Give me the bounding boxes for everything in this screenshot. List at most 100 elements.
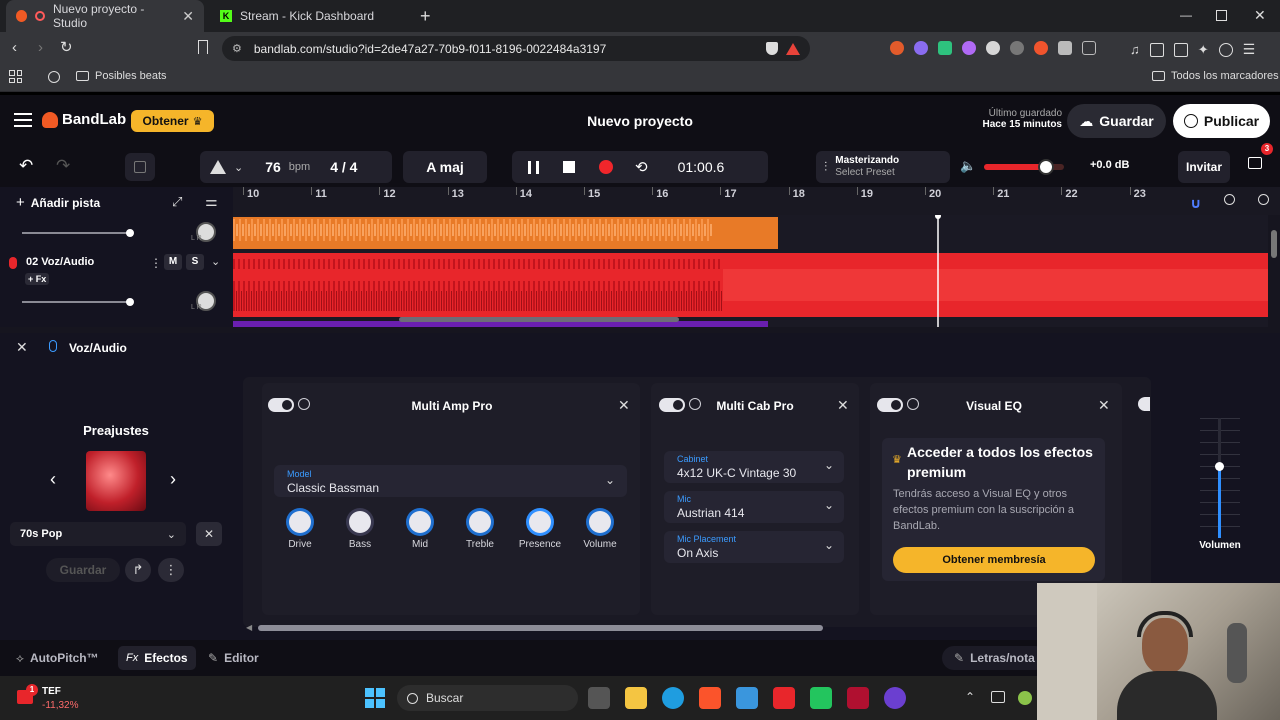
wps-office-icon[interactable] [773, 687, 795, 709]
cabinet-select[interactable]: Cabinet 4x12 UK-C Vintage 30 ⌄ [664, 451, 844, 483]
edge-icon[interactable] [662, 687, 684, 709]
solo-button[interactable]: S [186, 254, 204, 270]
music-icon[interactable]: ♫ [1130, 42, 1140, 57]
info-icon[interactable] [298, 398, 310, 410]
presence-knob[interactable] [529, 511, 551, 533]
brave-icon[interactable] [699, 687, 721, 709]
back-icon[interactable]: ‹ [12, 39, 17, 56]
more-options-icon[interactable]: ⋮ [158, 558, 184, 582]
extension-icon[interactable] [986, 41, 1000, 55]
project-title[interactable]: Nuevo proyecto [540, 113, 740, 129]
add-fx-button[interactable]: + Fx [25, 273, 50, 285]
bandlab-logo[interactable]: BandLab [42, 111, 126, 128]
pause-icon[interactable] [528, 160, 539, 174]
extension-icon[interactable] [938, 41, 952, 55]
vertical-scrollbar[interactable] [1271, 230, 1277, 258]
info-icon[interactable] [689, 398, 701, 410]
vpn-icon[interactable] [1218, 42, 1233, 57]
knob-mid[interactable]: Mid [390, 511, 450, 550]
scroll-left-icon[interactable]: ◀ [246, 623, 252, 632]
timeline-ruler[interactable]: 10 11 12 13 14 15 16 17 18 19 20 21 22 23 [233, 187, 1280, 215]
close-effect-icon[interactable]: ✕ [1098, 397, 1110, 414]
store-icon[interactable] [736, 687, 758, 709]
fx-volume-fader[interactable] [1200, 418, 1240, 538]
chevron-down-icon[interactable]: ⌄ [211, 255, 220, 268]
browser-tab-kick[interactable]: K Stream - Kick Dashboard [210, 0, 410, 32]
screenshot-icon[interactable] [1082, 41, 1096, 55]
brave-rewards-icon[interactable] [786, 42, 800, 55]
taskbar-search[interactable]: Buscar [397, 685, 578, 711]
get-membership-button[interactable]: Obtener membresía [893, 547, 1095, 573]
site-info-icon[interactable]: ⚙ [232, 42, 242, 55]
tray-icon[interactable] [991, 691, 1005, 703]
extension-icon[interactable] [914, 41, 928, 55]
tools-button[interactable] [125, 153, 155, 181]
fx-rack-scrollbar[interactable] [258, 625, 823, 631]
track-settings-icon[interactable]: ⚌ [205, 193, 218, 210]
mid-knob[interactable] [409, 511, 431, 533]
track1-volume-slider[interactable] [22, 229, 134, 237]
chevron-up-icon[interactable]: ⌃ [965, 690, 975, 704]
puzzle-icon[interactable] [1058, 41, 1072, 55]
minimize-icon[interactable]: — [1180, 8, 1192, 22]
mic-select[interactable]: Mic Austrian 414 ⌄ [664, 491, 844, 523]
forward-icon[interactable]: › [38, 39, 43, 56]
save-preset-button[interactable]: Guardar [46, 558, 120, 582]
close-tab-icon[interactable]: ✕ [182, 8, 194, 25]
sidebar-icon[interactable] [1149, 42, 1164, 57]
metronome-icon[interactable] [210, 160, 226, 174]
info-icon[interactable] [907, 398, 919, 410]
knob-presence[interactable]: Presence [510, 511, 570, 550]
treble-knob[interactable] [469, 511, 491, 533]
app-icon[interactable] [847, 687, 869, 709]
maximize-icon[interactable] [1216, 10, 1227, 21]
tab-autopitch[interactable]: ⟡ AutoPitch™ [16, 648, 99, 668]
gift-icon[interactable] [1248, 157, 1262, 169]
zoom-out-icon[interactable] [1224, 194, 1235, 205]
brave-shield-icon[interactable] [766, 42, 778, 55]
save-button[interactable]: ☁ Guardar [1067, 104, 1166, 138]
drive-knob[interactable] [289, 511, 311, 533]
track2-volume-slider[interactable] [22, 298, 134, 306]
mastering-button[interactable]: ⫶ Masterizando Select Preset [816, 151, 950, 183]
volume-knob[interactable] [589, 511, 611, 533]
next-preset-icon[interactable]: › [170, 469, 176, 490]
add-track-button[interactable]: + Añadir pista [16, 194, 100, 211]
hamburger-menu-icon[interactable] [14, 113, 32, 127]
mic-placement-select[interactable]: Mic Placement On Axis ⌄ [664, 531, 844, 563]
loop-icon[interactable]: ⟲ [635, 158, 648, 176]
track-options-icon[interactable]: ⋮ [150, 256, 162, 270]
invite-button[interactable]: Invitar [1178, 151, 1230, 183]
speaker-icon[interactable]: 🔈 [960, 158, 976, 174]
knob-bass[interactable]: Bass [330, 511, 390, 550]
preset-selector[interactable]: 70s Pop ⌄ [10, 522, 186, 546]
knob-drive[interactable]: Drive [270, 511, 330, 550]
close-window-icon[interactable]: ✕ [1254, 7, 1266, 24]
windows-start-icon[interactable] [365, 688, 385, 708]
close-fx-icon[interactable]: ✕ [16, 339, 28, 356]
knob-treble[interactable]: Treble [450, 511, 510, 550]
eq-enable-toggle[interactable] [877, 398, 903, 412]
tab-editor[interactable]: ✎ Editor [208, 648, 259, 668]
key-selector[interactable]: A maj [403, 151, 487, 183]
redo-icon[interactable]: ↷ [56, 156, 70, 176]
undo-icon[interactable]: ↶ [19, 156, 33, 176]
globe-icon[interactable] [48, 71, 60, 83]
file-explorer-icon[interactable] [625, 687, 647, 709]
chevron-down-icon[interactable]: ⌄ [234, 161, 243, 174]
media-player-icon[interactable] [884, 687, 906, 709]
new-tab-button[interactable]: + [420, 6, 431, 27]
bookmark-icon[interactable] [198, 40, 208, 54]
extension-icon[interactable] [890, 41, 904, 55]
share-preset-icon[interactable]: ↱ [125, 558, 151, 582]
cab-enable-toggle[interactable] [659, 398, 685, 412]
all-bookmarks-folder[interactable]: Todos los marcadores [1152, 70, 1279, 82]
tab-effects[interactable]: Fx Efectos [118, 646, 196, 670]
url-text[interactable]: bandlab.com/studio?id=2de47a27-70b9-f011… [254, 42, 606, 56]
leo-ai-icon[interactable]: ✦ [1198, 42, 1209, 58]
track-lanes[interactable] [233, 215, 1268, 327]
preset-artwork[interactable] [86, 451, 146, 511]
tray-app-icon[interactable] [1018, 691, 1032, 705]
tab-lyrics[interactable]: ✎ Letras/nota [942, 646, 1047, 670]
reload-icon[interactable]: ↻ [60, 38, 73, 56]
